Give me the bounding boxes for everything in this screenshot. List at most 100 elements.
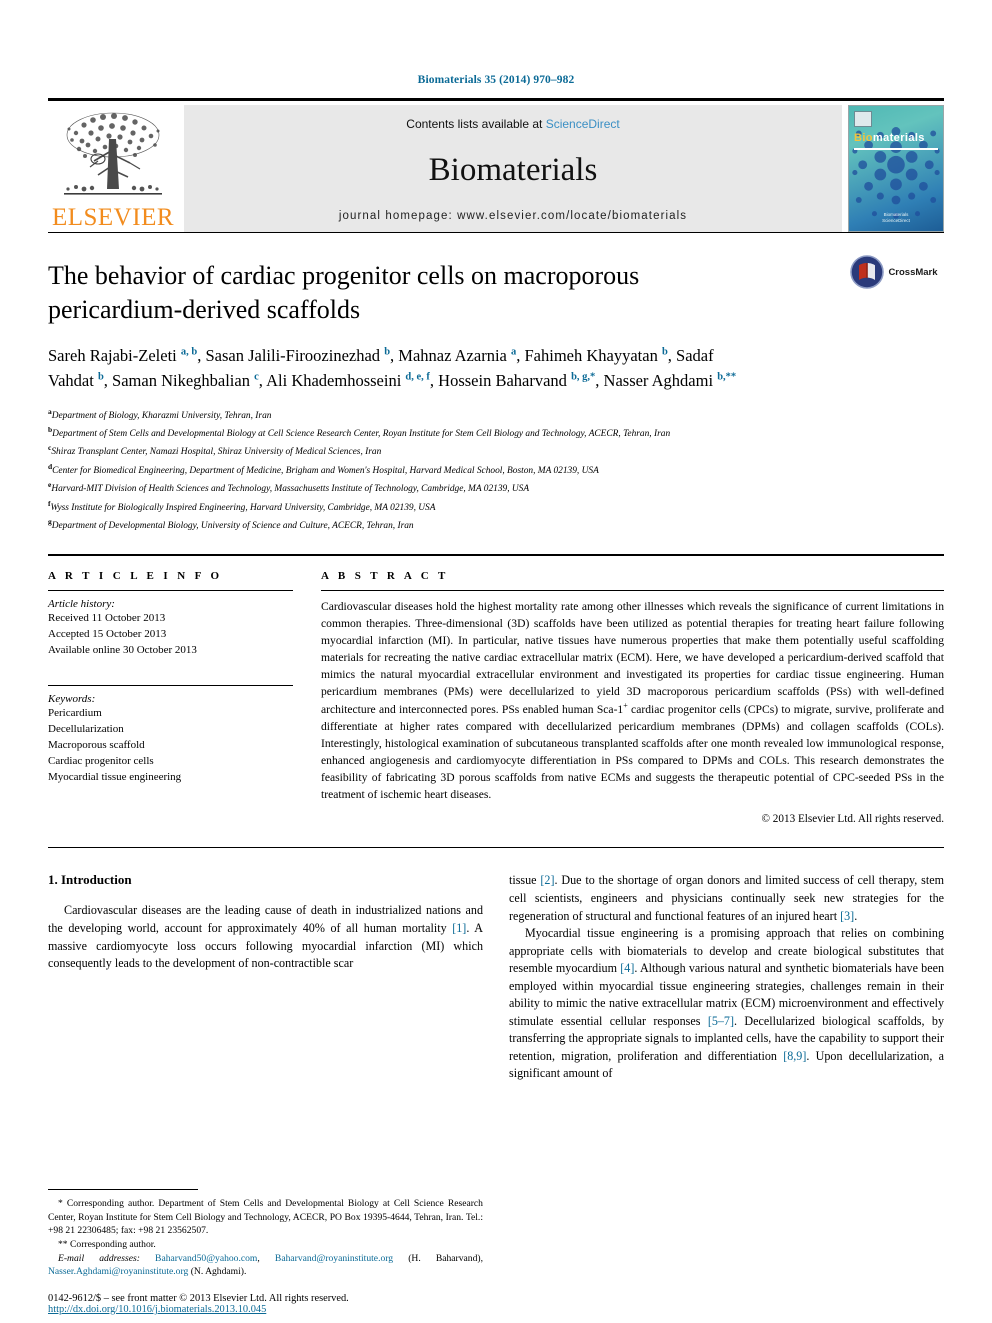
email-link-1[interactable]: Baharvand50@yahoo.com <box>155 1253 257 1264</box>
email-attribution-2: (N. Aghdami). <box>188 1266 247 1278</box>
keyword-item: Decellularization <box>48 722 124 735</box>
issn-line: 0142-9612/$ – see front matter © 2013 El… <box>48 1292 349 1304</box>
body-paragraph: Cardiovascular diseases are the leading … <box>48 902 483 972</box>
info-abstract-top-rule <box>48 554 944 557</box>
footnote-text: Corresponding author. <box>70 1239 156 1251</box>
affiliation-item: bDepartment of Stem Cells and Developmen… <box>48 425 671 440</box>
citation-ref[interactable]: [2] <box>540 873 554 887</box>
article-history-list: Received 11 October 2013 Accepted 15 Oct… <box>48 611 293 659</box>
affiliation-marker: a <box>48 406 52 416</box>
page-title: The behavior of cardiac progenitor cells… <box>48 261 640 324</box>
affiliation-item: aDepartment of Biology, Kharazmi Univers… <box>48 406 272 421</box>
journal-homepage-link[interactable]: journal homepage: www.elsevier.com/locat… <box>339 210 687 222</box>
crossmark-icon <box>850 255 885 289</box>
masthead-center-panel: Contents lists available at ScienceDirec… <box>184 105 842 232</box>
cover-footer-text: Biomaterials ScienceDirect <box>849 212 943 226</box>
copyright-line: © 2013 Elsevier Ltd. All rights reserved… <box>761 813 945 826</box>
body-column-left: 1. Introduction Cardiovascular diseases … <box>48 872 483 1315</box>
citation-ref[interactable]: [8,9] <box>783 1049 806 1063</box>
footnote-rule <box>48 1189 198 1191</box>
abstract-part-1: Cardiovascular diseases hold the highest… <box>321 600 944 717</box>
affiliation-marker: f <box>48 498 51 508</box>
section-heading-introduction: 1. Introduction <box>48 872 132 888</box>
body-columns: 1. Introduction Cardiovascular diseases … <box>48 872 944 1315</box>
citation-ref[interactable]: [3] <box>840 909 854 923</box>
affiliation-item: cShiraz Transplant Center, Namazi Hospit… <box>48 443 382 458</box>
author-list: Sareh Rajabi-Zeleti a, b, Sasan Jalili-F… <box>48 345 737 391</box>
contents-available-line: Contents lists available at ScienceDirec… <box>406 117 619 131</box>
keywords-label: Keywords: <box>48 693 96 706</box>
footnote-corresponding-author-2: ** Corresponding author. <box>48 1238 483 1252</box>
abstract-column: A B S T R A C T Cardiovascular diseases … <box>321 570 944 825</box>
body-column-right: tissue [2]. Due to the shortage of organ… <box>509 872 944 1082</box>
body-top-rule <box>48 847 944 849</box>
crossmark-badge[interactable]: CrossMark <box>844 255 944 289</box>
crossmark-label: CrossMark <box>888 266 938 278</box>
elsevier-wordmark: ELSEVIER <box>51 204 175 231</box>
footnote-corresponding-author-1: * Corresponding author. Department of St… <box>48 1197 483 1238</box>
affiliation-marker: c <box>48 443 52 453</box>
keyword-item: Cardiac progenitor cells <box>48 754 154 767</box>
footnote-marker: ** <box>58 1239 68 1251</box>
footnote-marker: * <box>58 1198 63 1210</box>
history-item: Accepted 15 October 2013 <box>48 628 167 641</box>
cover-footer-line-1: Biomaterials <box>883 211 909 217</box>
abstract-part-2: cardiac progenitor cells (CPCs) to migra… <box>321 703 944 802</box>
footnotes: * Corresponding author. Department of St… <box>48 1189 483 1315</box>
citation-ref[interactable]: [4] <box>620 961 634 975</box>
elsevier-tree-icon <box>64 112 162 195</box>
par-text: . <box>854 908 858 923</box>
journal-cover-thumbnail[interactable]: Biomaterials Biomaterials ScienceDirect <box>848 105 944 232</box>
email-link-3[interactable]: Nasser.Aghdami@royaninstitute.org <box>48 1266 188 1277</box>
keyword-item: Myocardial tissue engineering <box>48 770 182 783</box>
paper-page: Biomaterials 35 (2014) 970–982 ELSEVIER … <box>0 0 992 1323</box>
sciencedirect-link[interactable]: ScienceDirect <box>546 117 620 131</box>
citation-ref[interactable]: [1] <box>452 921 466 935</box>
par-text: . Due to the shortage of organ donors an… <box>509 873 944 923</box>
footnote-emails: E-mail addresses: Baharvand50@yahoo.com,… <box>48 1252 483 1279</box>
article-info-column: A R T I C L E I N F O Article history: R… <box>48 570 293 825</box>
keywords-rule <box>48 685 293 687</box>
elsevier-logo: ELSEVIER <box>48 105 178 232</box>
keyword-item: Pericardium <box>48 707 102 720</box>
cover-wordmark: Biomaterials <box>854 132 925 144</box>
history-item: Available online 30 October 2013 <box>48 644 197 657</box>
cover-word-bio: Bio <box>854 132 873 144</box>
keyword-item: Macroporous scaffold <box>48 738 145 751</box>
email-link-2[interactable]: Baharvand@royaninstitute.org <box>275 1253 393 1264</box>
affiliation-item: eHarvard-MIT Division of Health Sciences… <box>48 480 530 495</box>
affiliation-list: aDepartment of Biology, Kharazmi Univers… <box>48 406 944 535</box>
email-label: E-mail addresses: <box>58 1252 140 1264</box>
affiliation-marker: g <box>48 516 52 526</box>
article-info-rule <box>48 590 293 592</box>
affiliation-marker: d <box>48 461 53 471</box>
abstract-text: Cardiovascular diseases hold the highest… <box>321 598 944 803</box>
journal-masthead: ELSEVIER Contents lists available at Sci… <box>48 98 944 232</box>
journal-title: Biomaterials <box>428 152 598 188</box>
cover-divider <box>854 148 938 150</box>
footnote-text: Corresponding author. Department of Stem… <box>48 1198 483 1237</box>
doi-link[interactable]: http://dx.doi.org/10.1016/j.biomaterials… <box>48 1304 483 1315</box>
body-paragraph: Myocardial tissue engineering is a promi… <box>509 925 944 1083</box>
par-text: Cardiovascular diseases are the leading … <box>48 903 483 935</box>
title-block: CrossMark The behavior of cardiac progen… <box>48 255 944 535</box>
citation-ref[interactable]: [5–7] <box>708 1014 734 1028</box>
affiliation-marker: b <box>48 425 53 435</box>
email-attribution-1: (H. Baharvand), <box>393 1252 483 1264</box>
running-head: Biomaterials 35 (2014) 970–982 <box>417 74 575 86</box>
email-sep: , <box>257 1252 275 1264</box>
cover-footer-line-2: ScienceDirect <box>882 218 910 224</box>
affiliation-item: dCenter for Biomedical Engineering, Depa… <box>48 461 599 476</box>
abstract-rule <box>321 590 944 592</box>
article-info-heading: A R T I C L E I N F O <box>48 570 223 583</box>
article-history-label: Article history: <box>48 598 115 611</box>
masthead-bottom-rule <box>48 232 944 233</box>
history-item: Received 11 October 2013 <box>48 612 166 625</box>
cover-word-rest: materials <box>872 132 925 144</box>
keywords-block: Keywords: Pericardium Decellularization … <box>48 685 293 786</box>
abstract-heading: A B S T R A C T <box>321 570 449 583</box>
affiliation-item: gDepartment of Developmental Biology, Un… <box>48 516 414 531</box>
body-paragraph: tissue [2]. Due to the shortage of organ… <box>509 872 944 925</box>
cover-publisher-badge <box>854 111 872 127</box>
affiliation-marker: e <box>48 480 52 490</box>
